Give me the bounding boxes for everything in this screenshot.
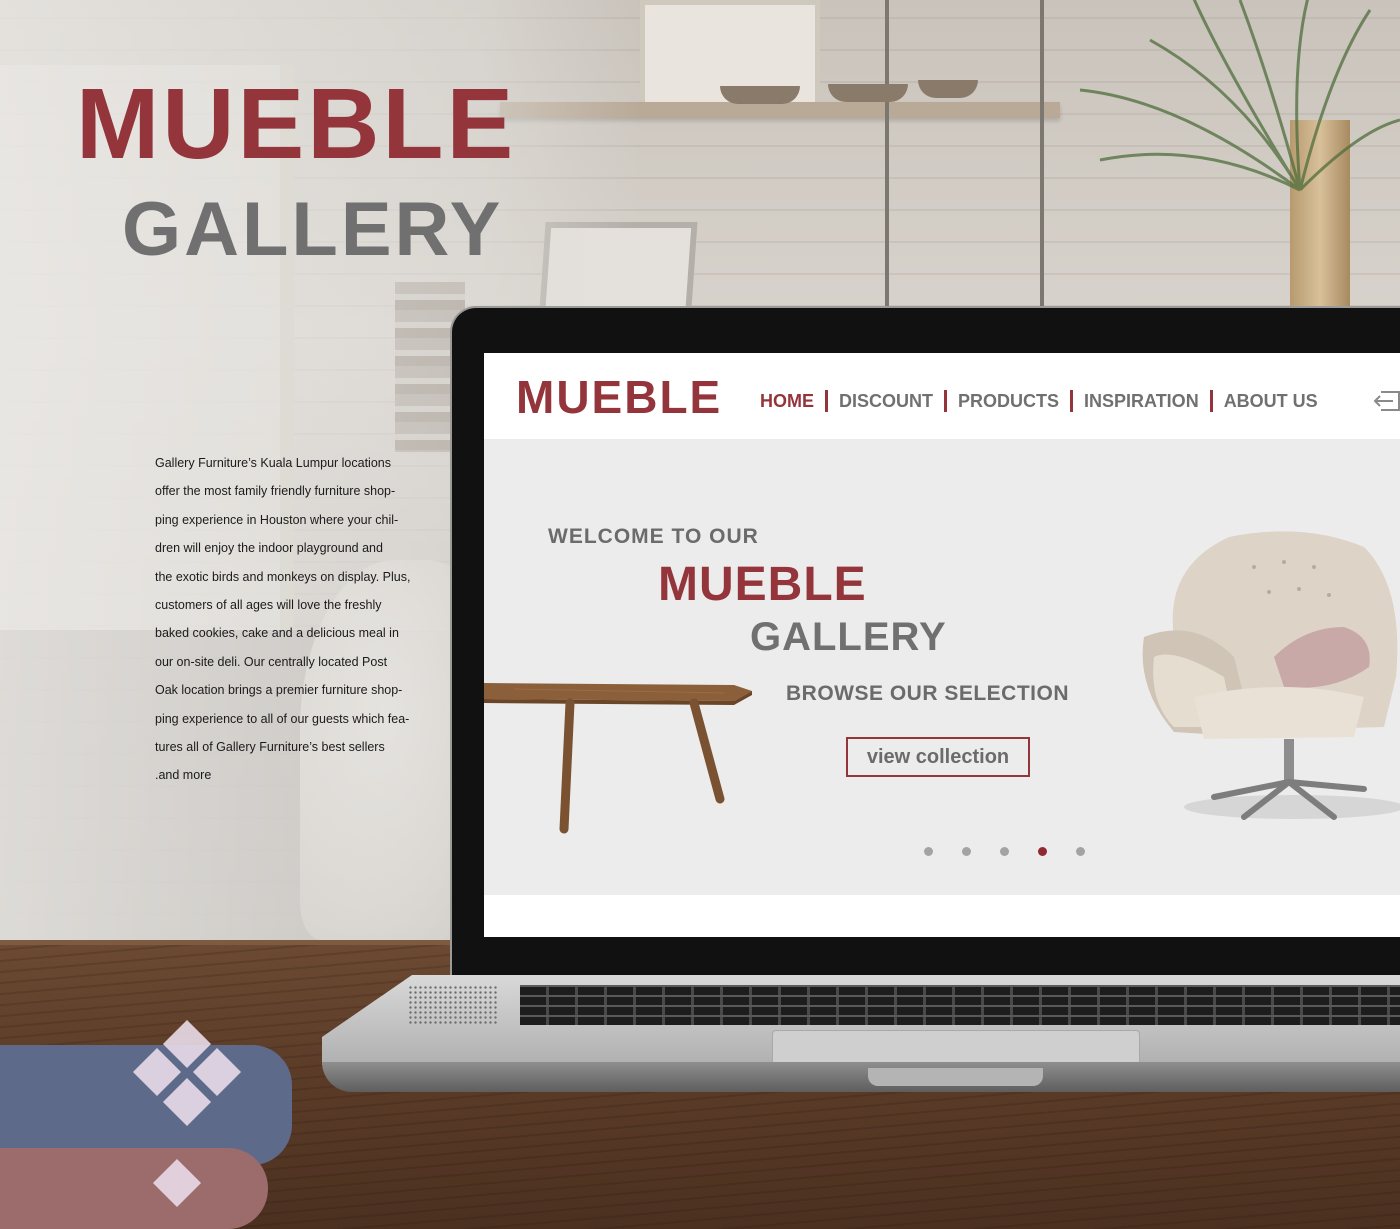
shelf-post	[885, 0, 889, 310]
carousel-dot[interactable]	[962, 847, 971, 856]
hero-bottom-strip	[484, 895, 1400, 937]
bowl-decor	[828, 84, 908, 102]
carousel-dot[interactable]	[1038, 847, 1047, 856]
keyboard-rows	[520, 985, 1400, 1025]
armchair-image	[1142, 531, 1400, 820]
site-logo[interactable]: MUEBLE	[516, 373, 722, 421]
plant-leaves	[1079, 0, 1400, 192]
folded-blanket	[0, 1019, 292, 1165]
view-collection-button[interactable]: view collection	[846, 737, 1030, 777]
poster-description: Gallery Furniture’s Kuala Lumpur locatio…	[155, 456, 411, 783]
nav-inspiration[interactable]: INSPIRATION	[1084, 391, 1199, 412]
nav-separator	[825, 390, 828, 412]
lid-notch	[868, 1068, 1043, 1086]
speaker-grille	[408, 985, 498, 1025]
laptop-base-edge	[322, 1062, 1400, 1092]
hero-welcome-text: WELCOME TO OUR	[548, 525, 759, 548]
hero-subtitle: GALLERY	[750, 615, 947, 659]
nav-products[interactable]: PRODUCTS	[958, 391, 1059, 412]
sign-in-arrow-icon[interactable]	[1373, 389, 1400, 413]
poster-title: MUEBLE	[76, 68, 517, 180]
nav-separator	[1070, 390, 1074, 412]
poster-subtitle: GALLERY	[122, 187, 504, 272]
hero-browse-text: BROWSE OUR SELECTION	[786, 682, 1070, 705]
nav-discount[interactable]: DISCOUNT	[839, 391, 933, 412]
main-nav: HOME DISCOUNT PRODUCTS INSPIRATION ABOUT…	[760, 390, 1318, 412]
hero-title: MUEBLE	[658, 558, 867, 611]
coffee-table-image	[484, 683, 752, 834]
nav-separator	[1209, 390, 1213, 412]
hero-banner: WELCOME TO OUR MUEBLE GALLERY BROWSE OUR…	[484, 439, 1400, 895]
bowl-decor	[720, 86, 800, 104]
nav-about-us[interactable]: ABOUT US	[1224, 391, 1318, 412]
nav-separator	[944, 390, 947, 412]
carousel-dots	[924, 847, 1085, 856]
nav-home[interactable]: HOME	[760, 391, 814, 412]
carousel-dot[interactable]	[1076, 847, 1085, 856]
carousel-dot[interactable]	[924, 847, 933, 856]
site-header: MUEBLE HOME DISCOUNT PRODUCTS INSPIRATIO…	[484, 353, 1400, 439]
bowl-decor	[918, 80, 978, 98]
folded-blanket	[0, 1148, 268, 1229]
carousel-dot[interactable]	[1000, 847, 1009, 856]
laptop-screen: MUEBLE HOME DISCOUNT PRODUCTS INSPIRATIO…	[484, 353, 1400, 937]
